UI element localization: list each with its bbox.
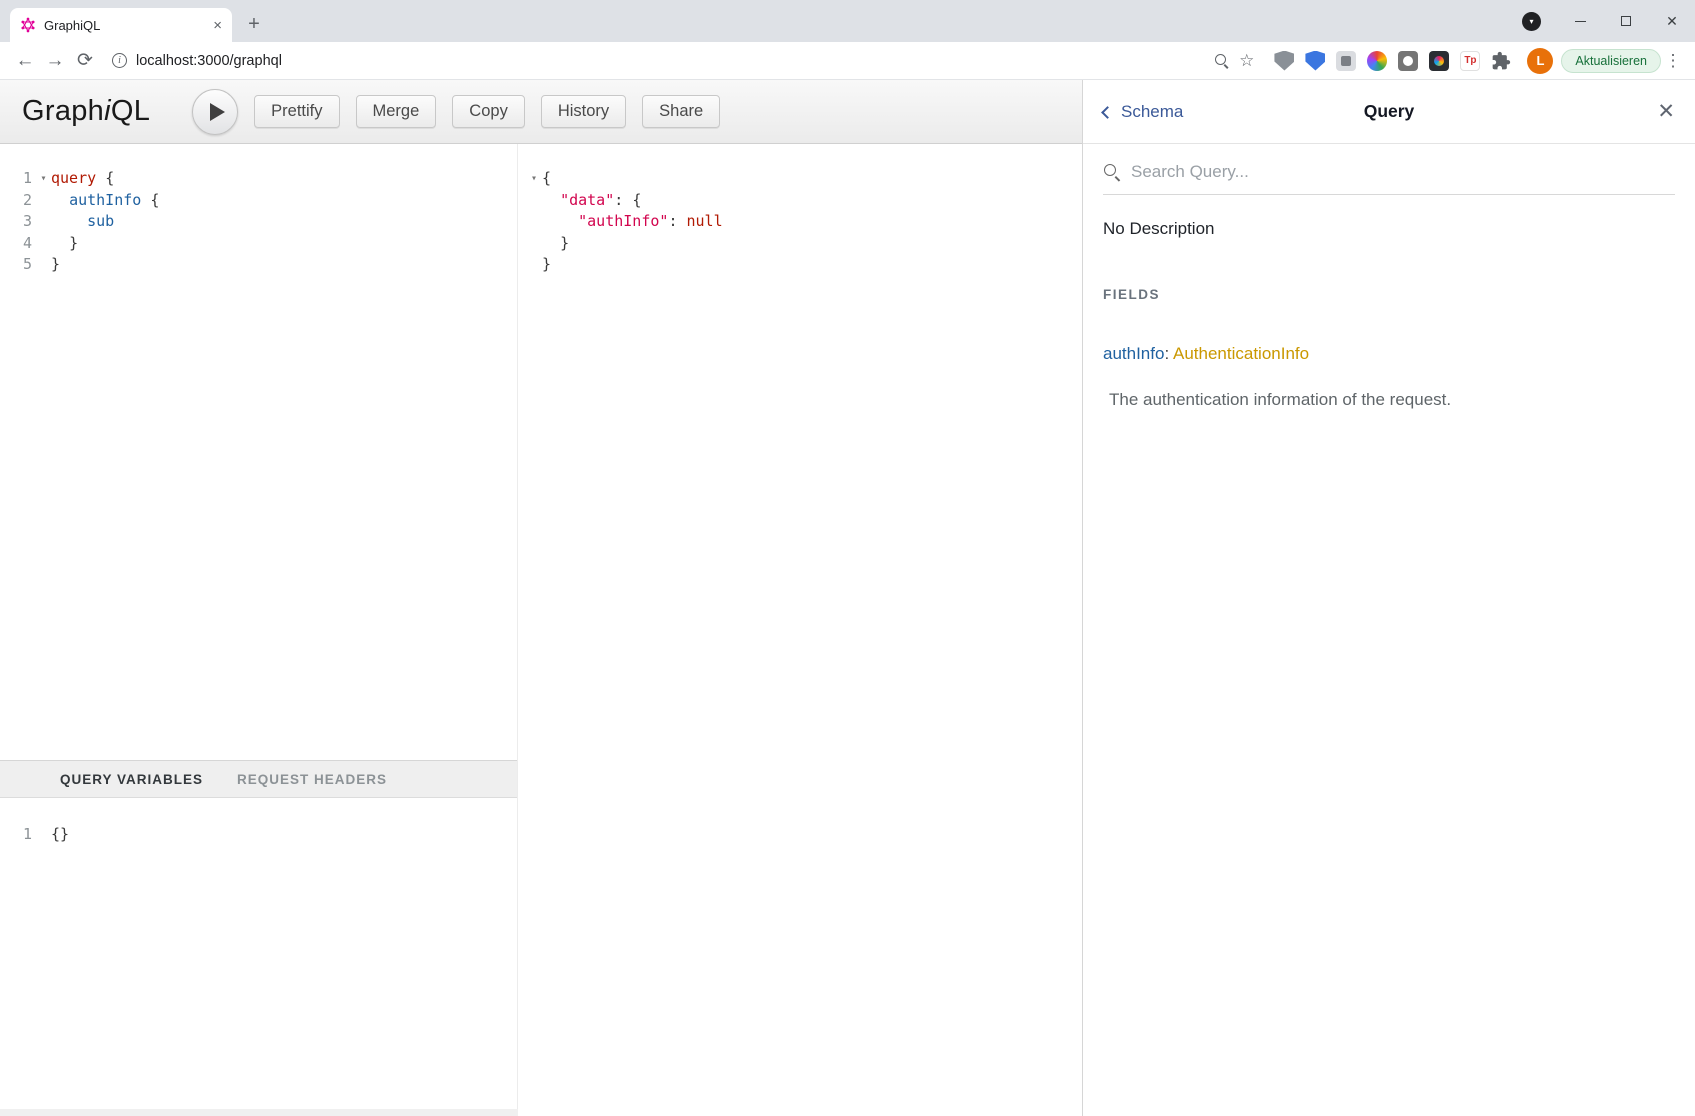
browser-navbar: ← → ⟳ i localhost:3000/graphql ☆ Tp L Ak… xyxy=(0,42,1695,80)
doc-search-input[interactable] xyxy=(1131,162,1675,182)
extension-blue-shield-icon[interactable] xyxy=(1305,51,1325,71)
field-description: The authentication information of the re… xyxy=(1103,390,1675,410)
extensions-row: Tp xyxy=(1274,51,1511,71)
extension-camera-icon[interactable] xyxy=(1398,51,1418,71)
browser-tab-strip: GraphiQL × + ▾ ✕ xyxy=(0,0,1695,42)
minimize-icon xyxy=(1575,21,1586,22)
extension-dark-icon[interactable] xyxy=(1429,51,1449,71)
maximize-icon xyxy=(1621,16,1631,26)
tab-search-icon[interactable]: ▾ xyxy=(1522,12,1541,31)
merge-button[interactable]: Merge xyxy=(356,95,437,128)
address-bar[interactable]: i localhost:3000/graphql ☆ xyxy=(100,46,1266,76)
extension-square-icon[interactable] xyxy=(1336,51,1356,71)
graphiql-app: GraphiQL Prettify Merge Copy History Sha… xyxy=(0,80,1082,1116)
browser-tab[interactable]: GraphiQL × xyxy=(10,8,232,42)
tab-title: GraphiQL xyxy=(44,18,205,33)
forward-button[interactable]: → xyxy=(40,46,70,76)
close-window-button[interactable]: ✕ xyxy=(1649,0,1695,42)
doc-back-label: Schema xyxy=(1121,102,1183,122)
new-tab-button[interactable]: + xyxy=(240,10,268,38)
share-button[interactable]: Share xyxy=(642,95,720,128)
graphiql-logo: GraphiQL xyxy=(22,95,150,128)
doc-search-bar xyxy=(1103,162,1675,195)
window-caption-controls: ▾ ✕ xyxy=(1522,0,1695,42)
editor-area: 1▾query {2 authInfo {3 sub4 }5} QUERY VA… xyxy=(0,144,1082,1116)
maximize-button[interactable] xyxy=(1603,0,1649,42)
bookmark-star-icon[interactable]: ☆ xyxy=(1239,51,1254,71)
result-pane: ▾{ "data": { "authInfo": null }} xyxy=(518,144,1082,1116)
fields-section-header: FIELDS xyxy=(1103,287,1675,302)
doc-field-row: authInfo: AuthenticationInfo xyxy=(1103,344,1675,364)
browser-menu-icon[interactable]: ⋮ xyxy=(1661,51,1685,71)
history-button[interactable]: History xyxy=(541,95,626,128)
field-type-link[interactable]: AuthenticationInfo xyxy=(1173,344,1309,363)
prettify-button[interactable]: Prettify xyxy=(254,95,339,128)
execute-button[interactable] xyxy=(192,89,238,135)
query-pane: 1▾query {2 authInfo {3 sub4 }5} QUERY VA… xyxy=(0,144,518,1116)
update-button[interactable]: Aktualisieren xyxy=(1561,49,1661,73)
play-icon xyxy=(210,103,225,121)
url-text[interactable]: localhost:3000/graphql xyxy=(136,53,1205,69)
graphiql-toolbar: GraphiQL Prettify Merge Copy History Sha… xyxy=(0,80,1082,144)
reload-button[interactable]: ⟳ xyxy=(70,46,100,76)
copy-button[interactable]: Copy xyxy=(452,95,525,128)
response-viewer[interactable]: ▾{ "data": { "authInfo": null }} xyxy=(526,144,1082,276)
zoom-icon[interactable] xyxy=(1214,53,1230,69)
type-description: No Description xyxy=(1103,219,1675,239)
graphql-favicon-icon xyxy=(20,17,36,33)
horizontal-scrollbar[interactable] xyxy=(0,1109,518,1116)
tab-request-headers[interactable]: REQUEST HEADERS xyxy=(237,772,387,787)
field-name-link[interactable]: authInfo xyxy=(1103,344,1164,363)
search-icon xyxy=(1103,163,1121,181)
tab-query-variables[interactable]: QUERY VARIABLES xyxy=(60,772,203,787)
doc-explorer: Query Schema ✕ No Description FIELDS aut… xyxy=(1082,80,1695,1116)
variables-title-bar: QUERY VARIABLES REQUEST HEADERS xyxy=(0,760,517,798)
doc-explorer-body: No Description FIELDS authInfo: Authenti… xyxy=(1083,219,1695,410)
extension-color-wheel-icon[interactable] xyxy=(1367,51,1387,71)
variables-editor[interactable]: 1{} xyxy=(0,798,517,1116)
extensions-puzzle-icon[interactable] xyxy=(1491,51,1511,71)
doc-back-link[interactable]: Schema xyxy=(1103,102,1183,122)
field-colon: : xyxy=(1164,344,1169,363)
tab-close-icon[interactable]: × xyxy=(213,18,222,33)
minimize-button[interactable] xyxy=(1557,0,1603,42)
info-icon[interactable]: i xyxy=(112,53,127,68)
profile-avatar[interactable]: L xyxy=(1527,48,1553,74)
back-button[interactable]: ← xyxy=(10,46,40,76)
doc-close-button[interactable]: ✕ xyxy=(1657,101,1675,122)
extension-shield-icon[interactable] xyxy=(1274,51,1294,71)
chevron-left-icon xyxy=(1101,106,1114,119)
extension-tp-icon[interactable]: Tp xyxy=(1460,51,1480,71)
query-editor[interactable]: 1▾query {2 authInfo {3 sub4 }5} xyxy=(0,144,517,760)
doc-explorer-header: Query Schema ✕ xyxy=(1083,80,1695,144)
